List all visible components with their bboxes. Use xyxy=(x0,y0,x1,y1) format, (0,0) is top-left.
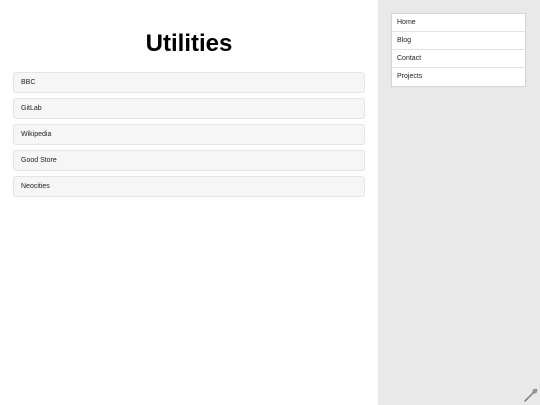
link-item-wikipedia[interactable]: Wikipedia xyxy=(13,124,365,145)
nav-item-home[interactable]: Home xyxy=(392,14,525,32)
link-list: BBC GitLab Wikipedia Good Store Neocitie… xyxy=(13,72,365,202)
link-item-gitlab[interactable]: GitLab xyxy=(13,98,365,119)
link-item-neocities[interactable]: Neocities xyxy=(13,176,365,197)
page-title: Utilities xyxy=(145,30,233,57)
nav-item-contact[interactable]: Contact xyxy=(392,50,525,68)
link-item-bbc[interactable]: BBC xyxy=(13,72,365,93)
nav-item-projects[interactable]: Projects xyxy=(392,68,525,86)
sidebar-nav: Home Blog Contact Projects xyxy=(391,13,526,87)
page: Utilities BBC GitLab Wikipedia Good Stor… xyxy=(0,0,540,405)
sidebar: Home Blog Contact Projects xyxy=(378,0,540,405)
wrench-icon[interactable] xyxy=(523,387,539,403)
main-content: Utilities BBC GitLab Wikipedia Good Stor… xyxy=(0,0,378,405)
link-item-good-store[interactable]: Good Store xyxy=(13,150,365,171)
nav-item-blog[interactable]: Blog xyxy=(392,32,525,50)
